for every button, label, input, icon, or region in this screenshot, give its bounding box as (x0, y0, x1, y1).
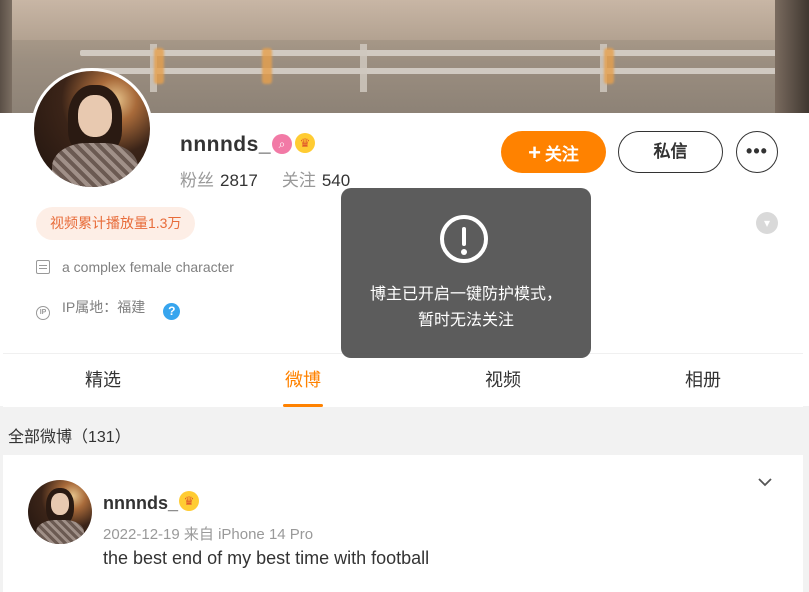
post-card[interactable]: nnnnds_ 2022-12-19 来自 iPhone 14 Pro the … (3, 455, 803, 592)
doc-icon (36, 260, 50, 274)
banner-rail (80, 50, 780, 56)
post-meta[interactable]: 2022-12-19 来自 iPhone 14 Pro (103, 523, 313, 544)
banner-light (154, 48, 164, 84)
banner-rail (80, 68, 780, 74)
ip-icon: IP (36, 306, 50, 320)
chevron-down-icon[interactable] (758, 475, 772, 489)
profile-avatar[interactable] (31, 68, 153, 190)
follow-label: 关注 (544, 145, 579, 164)
warning-icon (440, 215, 488, 263)
tab-video[interactable]: 视频 (403, 354, 603, 407)
profile-tabs: 精选 微博 视频 相册 (3, 353, 803, 407)
fans-count[interactable]: 2817 (220, 171, 258, 190)
tab-weibo[interactable]: 微博 (203, 354, 403, 407)
message-button[interactable]: 私信 (618, 131, 723, 173)
help-icon[interactable]: ? (163, 303, 181, 320)
fans-label[interactable]: 粉丝 (180, 171, 214, 190)
post-author[interactable]: nnnnds_ (103, 493, 178, 514)
avatar-face (51, 493, 69, 515)
banner-frame (0, 0, 12, 113)
profile-name: nnnnds_ (180, 133, 271, 156)
avatar-coat (36, 520, 84, 544)
expand-icon[interactable]: ▾ (756, 212, 778, 234)
ip-row: IP IP属地：福建? (36, 297, 181, 320)
banner-light (604, 48, 614, 84)
avatar-face (78, 95, 112, 137)
banner-post (360, 44, 367, 92)
feed-count-title: 全部微博（131） (8, 429, 131, 446)
banner-frame (775, 0, 809, 113)
profile-stats: 粉丝 2817 关注 540 (180, 166, 374, 191)
bio-text: a complex female character (62, 259, 234, 275)
ip-text: IP属地：福建 (62, 299, 146, 315)
play-count-badge: 视频累计播放量1.3万 (36, 207, 196, 240)
crown-badge-icon[interactable]: ♛ (295, 133, 315, 153)
protection-toast: 博主已开启一键防护模式，暂时无法关注 (341, 188, 591, 358)
more-button[interactable]: ••• (736, 131, 778, 173)
following-count[interactable]: 540 (322, 171, 350, 190)
bio-row: a complex female character (36, 259, 234, 275)
plus-icon: + (528, 140, 541, 165)
tab-featured[interactable]: 精选 (3, 354, 203, 407)
pink-v-badge-icon[interactable]: ⌕ (272, 134, 292, 154)
following-label[interactable]: 关注 (282, 171, 316, 190)
follow-button[interactable]: + 关注 (501, 131, 606, 173)
crown-badge-icon[interactable]: ♛ (179, 491, 199, 511)
banner-light (262, 48, 272, 84)
toast-message: 博主已开启一键防护模式，暂时无法关注 (369, 286, 562, 329)
banner-sky (0, 0, 809, 40)
post-avatar[interactable] (28, 480, 92, 544)
tab-album[interactable]: 相册 (603, 354, 803, 407)
avatar-coat (52, 143, 138, 187)
post-text: the best end of my best time with footba… (103, 548, 430, 568)
